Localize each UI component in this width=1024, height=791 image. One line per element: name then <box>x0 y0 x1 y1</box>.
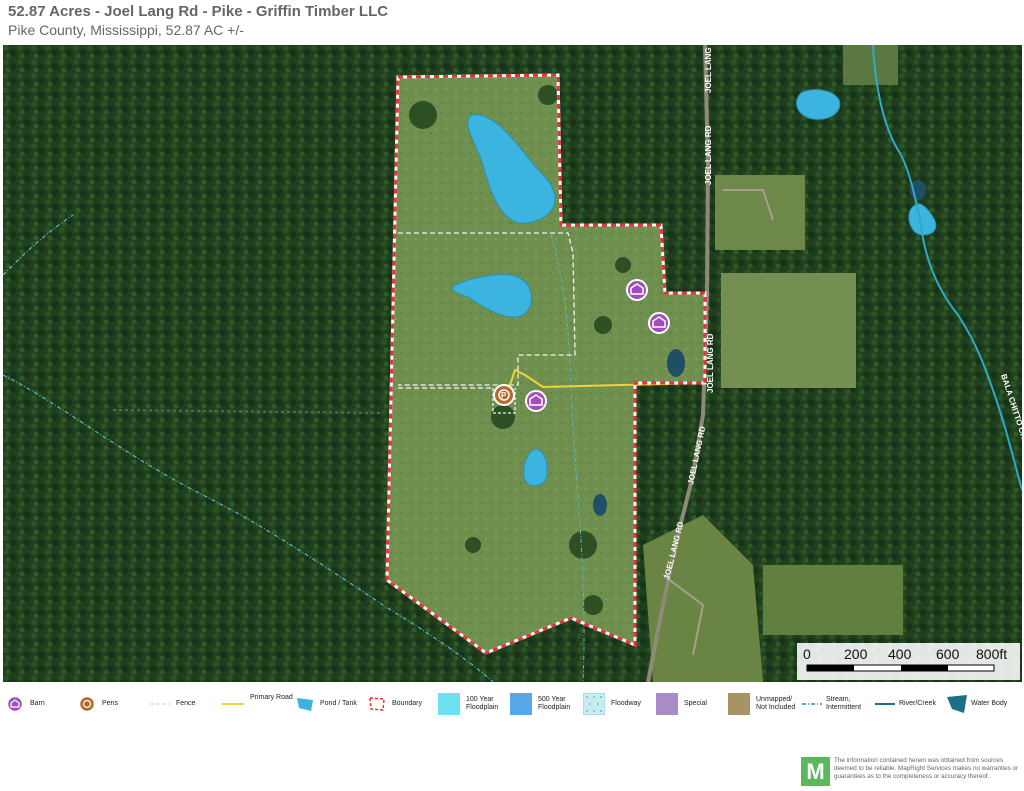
disclaimer-text: The information contained herein was obt… <box>834 757 1019 780</box>
river-creek-icon <box>875 699 895 709</box>
legend-label: Special <box>684 700 707 707</box>
barn-icon <box>6 695 24 713</box>
neighbor-clearing <box>763 565 903 635</box>
svg-text:P: P <box>501 391 507 400</box>
special-icon <box>656 693 678 715</box>
map-subtitle: Pike County, Mississippi, 52.87 AC +/- <box>8 22 244 38</box>
legend-label: Floodway <box>611 700 641 707</box>
barn-marker[interactable] <box>626 279 648 301</box>
legend-label: Pens <box>102 700 118 707</box>
scale-bar-graphic <box>806 664 995 672</box>
fence-icon <box>150 699 170 709</box>
neighbor-pasture <box>721 273 856 388</box>
water-body-icon <box>946 694 968 714</box>
neighbor-clearing <box>715 175 805 250</box>
legend-item-pond-tank: Pond / Tank <box>296 687 357 721</box>
legend-label: Primary Road <box>250 694 293 701</box>
boundary-icon <box>368 696 386 712</box>
legend-item-barn: Barn <box>6 687 45 721</box>
floodplain-500-icon <box>510 693 532 715</box>
pond <box>796 89 841 120</box>
legend-label: Stream, Intermittent <box>826 696 862 711</box>
legend-item-unmapped: Unmapped/ Not Included <box>728 687 798 721</box>
aerial-map: BALA CHITTO CREEK JOEL LANG JOEL LANG RD… <box>3 45 1022 682</box>
road-label: JOEL LANG RD <box>704 125 713 185</box>
pond-tank-icon <box>296 696 314 712</box>
legend-item-river-creek: River/Creek <box>875 687 936 721</box>
legend-label: Barn <box>30 700 45 707</box>
legend-item-special: Special <box>656 687 707 721</box>
legend-label: River/Creek <box>899 700 936 707</box>
floodplain-100-icon <box>438 693 460 715</box>
legend-item-floodway: Floodway <box>583 687 641 721</box>
legend-label: Unmapped/ Not Included <box>756 696 796 711</box>
legend-label: 500 Year Floodplain <box>538 696 571 711</box>
mapright-logo: M <box>801 757 830 786</box>
legend-item-floodplain-500: 500 Year Floodplain <box>510 687 576 721</box>
legend-label: Fence <box>176 700 196 707</box>
water-body <box>667 349 685 377</box>
primary-road-icon <box>222 699 244 709</box>
barn-marker[interactable] <box>525 390 547 412</box>
map-legend: Barn Pens Fence Primary Road Pond / Tank… <box>0 687 1024 723</box>
legend-label: Water Body <box>971 700 1008 707</box>
legend-item-primary-road: Primary Road <box>222 687 293 721</box>
water-body <box>593 494 607 516</box>
legend-item-water-body: Water Body <box>946 687 1007 721</box>
map-title: 52.87 Acres - Joel Lang Rd - Pike - Grif… <box>8 3 389 20</box>
legend-label: Boundary <box>392 700 422 707</box>
pens-marker[interactable]: P <box>493 384 515 406</box>
legend-item-boundary: Boundary <box>368 687 422 721</box>
barn-marker[interactable] <box>648 312 670 334</box>
unmapped-icon <box>728 693 750 715</box>
map-view[interactable]: BALA CHITTO CREEK JOEL LANG JOEL LANG RD… <box>3 45 1022 682</box>
legend-item-stream-intermittent: Stream, Intermittent <box>802 687 866 721</box>
legend-label: 100 Year Floodplain <box>466 696 499 711</box>
pens-icon <box>78 695 96 713</box>
legend-label: Pond / Tank <box>320 700 357 707</box>
legend-item-pens: Pens <box>78 687 118 721</box>
floodway-icon <box>583 693 605 715</box>
road-label: JOEL LANG RD <box>706 333 715 393</box>
stream-intermittent-icon <box>802 699 822 709</box>
neighbor-clearing <box>843 45 898 85</box>
legend-item-floodplain-100: 100 Year Floodplain <box>438 687 504 721</box>
legend-item-fence: Fence <box>150 687 195 721</box>
scale-bar: 0 200 400 600 800ft <box>797 643 1020 680</box>
road-label: JOEL LANG <box>704 47 713 93</box>
